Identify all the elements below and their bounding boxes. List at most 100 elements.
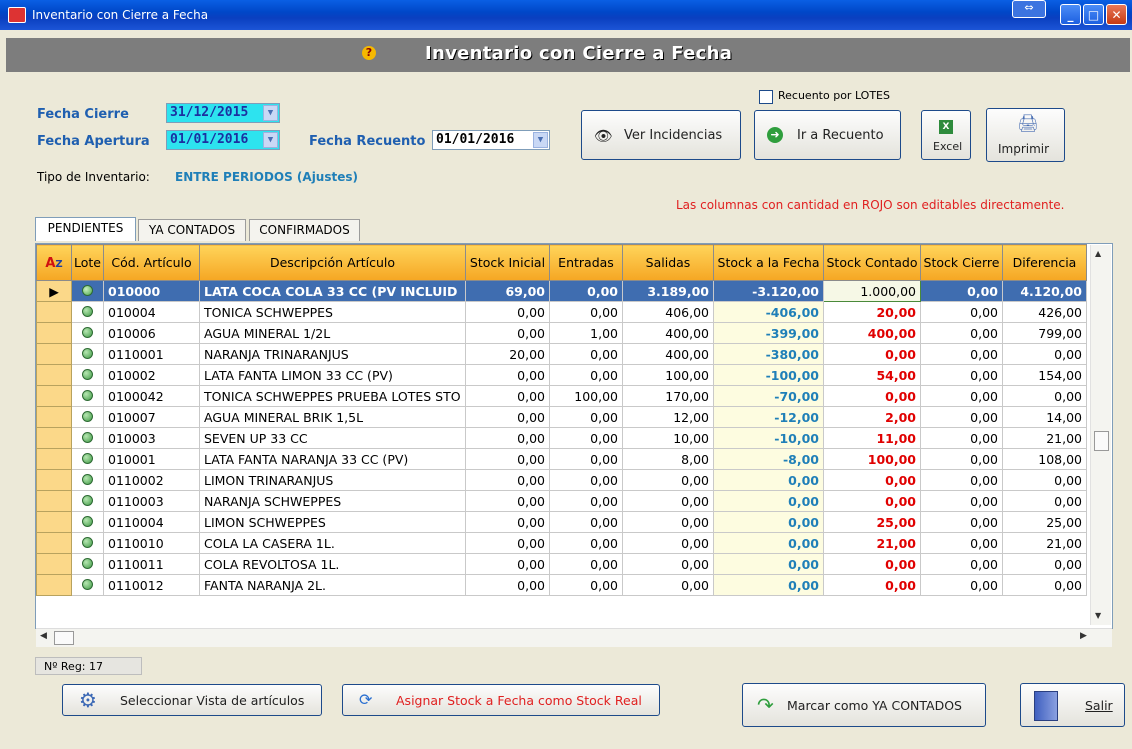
stock-contado-cell[interactable]: 0,00 xyxy=(823,490,921,512)
stock-contado-cell[interactable]: 0,00 xyxy=(823,553,921,575)
seleccionar-vista-button[interactable]: ⚙ Seleccionar Vista de artículos xyxy=(62,684,322,716)
expand-icon[interactable]: ⇔ xyxy=(1012,0,1046,18)
table-row[interactable]: 0110010 COLA LA CASERA 1L. 0,00 0,00 0,00 0,0… xyxy=(36,532,1087,554)
hscroll-thumb[interactable] xyxy=(54,631,74,645)
ver-incidencias-button[interactable]: 👁 Ver Incidencias xyxy=(581,110,741,160)
table-row[interactable]: 010002 LATA FANTA LIMON 33 CC (PV) 0,00 0,0… xyxy=(36,364,1087,386)
lote-cell[interactable] xyxy=(71,364,104,386)
row-indicator[interactable] xyxy=(36,322,72,344)
row-indicator[interactable] xyxy=(36,301,72,323)
stock-contado-cell[interactable]: 0,00 xyxy=(823,574,921,596)
minimize-button[interactable]: _ xyxy=(1060,4,1081,25)
stock-contado-cell[interactable]: 0,00 xyxy=(823,469,921,491)
vertical-scrollbar[interactable]: ▲ ▼ xyxy=(1090,245,1111,625)
asignar-stock-button[interactable]: ⟳ Asignar Stock a Fecha como Stock Real xyxy=(342,684,660,716)
column-header[interactable]: Stock Contado xyxy=(823,244,921,281)
scroll-left-icon[interactable]: ◀ xyxy=(40,631,47,641)
help-icon[interactable]: ? xyxy=(362,46,376,60)
row-indicator[interactable] xyxy=(36,385,72,407)
row-indicator[interactable] xyxy=(36,364,72,386)
stock-contado-cell[interactable]: 25,00 xyxy=(823,511,921,533)
row-indicator[interactable] xyxy=(36,469,72,491)
column-header[interactable]: Descripción Artículo xyxy=(199,244,466,281)
marcar-contados-button[interactable]: ↷ Marcar como YA CONTADOS xyxy=(742,683,986,727)
recuento-lotes-checkbox[interactable] xyxy=(759,90,773,104)
column-header[interactable]: Cód. Artículo xyxy=(103,244,200,281)
table-row[interactable]: 0110001 NARANJA TRINARANJUS 20,00 0,00 400,0… xyxy=(36,343,1087,365)
row-indicator[interactable] xyxy=(36,427,72,449)
scroll-down-icon[interactable]: ▼ xyxy=(1095,611,1101,620)
lote-cell[interactable] xyxy=(71,280,104,302)
table-row[interactable]: 0110012 FANTA NARANJA 2L. 0,00 0,00 0,00 0,00… xyxy=(36,574,1087,596)
table-row[interactable]: 010001 LATA FANTA NARANJA 33 CC (PV) 0,00 0… xyxy=(36,448,1087,470)
table-row[interactable]: 0110004 LIMON SCHWEPPES 0,00 0,00 0,00 0,00 25… xyxy=(36,511,1087,533)
tab-confirmados[interactable]: CONFIRMADOS xyxy=(249,219,360,241)
stock-contado-cell[interactable]: 400,00 xyxy=(823,322,921,344)
ir-recuento-button[interactable]: ➜ Ir a Recuento xyxy=(754,110,901,160)
stock-contado-cell[interactable]: 54,00 xyxy=(823,364,921,386)
column-header[interactable]: Lote xyxy=(71,244,104,281)
column-header[interactable]: Stock Cierre xyxy=(920,244,1003,281)
chevron-down-icon[interactable]: ▼ xyxy=(263,132,278,148)
lote-cell[interactable] xyxy=(71,322,104,344)
scroll-thumb[interactable] xyxy=(1094,431,1109,451)
lote-cell[interactable] xyxy=(71,406,104,428)
row-indicator[interactable] xyxy=(36,532,72,554)
table-row[interactable]: 0100042 TONICA SCHWEPPES PRUEBA LOTES STO… xyxy=(36,385,1087,407)
fecha-apertura-field[interactable]: 01/01/2016 ▼ xyxy=(166,130,280,150)
lote-cell[interactable] xyxy=(71,511,104,533)
row-indicator[interactable]: ▶ xyxy=(36,280,72,302)
excel-button[interactable]: X Excel xyxy=(921,110,971,160)
sort-az-icon[interactable]: AZ xyxy=(36,244,72,281)
stock-contado-cell[interactable]: 0,00 xyxy=(823,385,921,407)
tab-pendientes[interactable]: PENDIENTES xyxy=(35,217,136,241)
row-indicator[interactable] xyxy=(36,343,72,365)
stock-contado-cell[interactable]: 20,00 xyxy=(823,301,921,323)
lote-cell[interactable] xyxy=(71,301,104,323)
table-row[interactable]: 0110011 COLA REVOLTOSA 1L. 0,00 0,00 0,00 0,0… xyxy=(36,553,1087,575)
column-header[interactable]: Entradas xyxy=(549,244,623,281)
table-row[interactable]: 010006 AGUA MINERAL 1/2L 0,00 1,00 400,00 -39… xyxy=(36,322,1087,344)
table-row[interactable]: 0110003 NARANJA SCHWEPPES 0,00 0,00 0,00 0,00… xyxy=(36,490,1087,512)
row-indicator[interactable] xyxy=(36,406,72,428)
lote-cell[interactable] xyxy=(71,490,104,512)
lote-cell[interactable] xyxy=(71,553,104,575)
column-header[interactable]: Stock a la Fecha xyxy=(713,244,824,281)
column-header[interactable]: Stock Inicial xyxy=(465,244,550,281)
table-row[interactable]: 010003 SEVEN UP 33 CC 0,00 0,00 10,00 -10,00 1… xyxy=(36,427,1087,449)
table-row[interactable]: 0110002 LIMON TRINARANJUS 0,00 0,00 0,00 0,00… xyxy=(36,469,1087,491)
close-button[interactable]: ✕ xyxy=(1106,4,1127,25)
fecha-recuento-field[interactable]: 01/01/2016 ▼ xyxy=(432,130,550,150)
row-indicator[interactable] xyxy=(36,511,72,533)
horizontal-scrollbar[interactable]: ◀ ▶ xyxy=(36,628,1112,647)
lote-cell[interactable] xyxy=(71,385,104,407)
imprimir-button[interactable]: 🖨 Imprimir xyxy=(986,108,1065,162)
chevron-down-icon[interactable]: ▼ xyxy=(533,132,548,148)
lote-cell[interactable] xyxy=(71,427,104,449)
lote-cell[interactable] xyxy=(71,343,104,365)
tab-ya-contados[interactable]: YA CONTADOS xyxy=(138,219,246,241)
stock-contado-cell[interactable]: 0,00 xyxy=(823,343,921,365)
lote-cell[interactable] xyxy=(71,469,104,491)
table-row[interactable]: ▶ 010000 LATA COCA COLA 33 CC (PV INCLUID 6… xyxy=(36,280,1087,302)
lote-cell[interactable] xyxy=(71,448,104,470)
scroll-up-icon[interactable]: ▲ xyxy=(1095,249,1101,258)
row-indicator[interactable] xyxy=(36,574,72,596)
lote-cell[interactable] xyxy=(71,532,104,554)
column-header[interactable]: Salidas xyxy=(622,244,714,281)
table-row[interactable]: 010004 TONICA SCHWEPPES 0,00 0,00 406,00 -406… xyxy=(36,301,1087,323)
row-indicator[interactable] xyxy=(36,553,72,575)
stock-contado-cell[interactable]: 100,00 xyxy=(823,448,921,470)
maximize-button[interactable]: □ xyxy=(1083,4,1104,25)
fecha-cierre-field[interactable]: 31/12/2015 ▼ xyxy=(166,103,280,123)
stock-contado-cell[interactable]: 11,00 xyxy=(823,427,921,449)
row-indicator[interactable] xyxy=(36,448,72,470)
row-indicator[interactable] xyxy=(36,490,72,512)
column-header[interactable]: Diferencia xyxy=(1002,244,1087,281)
chevron-down-icon[interactable]: ▼ xyxy=(263,105,278,121)
stock-contado-cell[interactable]: 21,00 xyxy=(823,532,921,554)
lote-cell[interactable] xyxy=(71,574,104,596)
salir-button[interactable]: Salir xyxy=(1020,683,1125,727)
table-row[interactable]: 010007 AGUA MINERAL BRIK 1,5L 0,00 0,00 12,0… xyxy=(36,406,1087,428)
stock-contado-cell[interactable]: 2,00 xyxy=(823,406,921,428)
